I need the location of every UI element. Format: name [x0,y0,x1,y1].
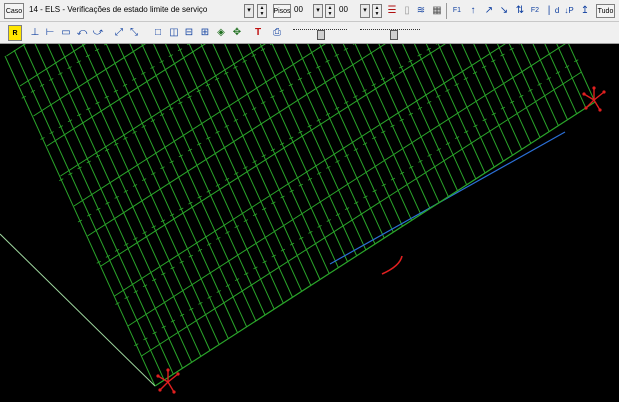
mesh-longitudinal-line [141,44,266,316]
window-frame-icon[interactable]: ▭ [58,25,74,41]
mesh-longitudinal-line [46,44,193,363]
scale-slider[interactable] [360,27,420,40]
elevation-view-icon[interactable]: ⊥ [27,25,43,41]
case-spinner[interactable]: ▲ ▼ [257,4,267,18]
floor-to-spinner[interactable]: ▲ ▼ [372,4,382,18]
moment-arc [381,255,403,275]
floor-to-field[interactable]: 00 [337,4,359,18]
reaction-icon[interactable]: ↥ [577,3,593,19]
force-diagonal-icon[interactable]: ↗ [481,3,497,19]
support-node [584,106,588,110]
mesh-longitudinal-line [117,44,248,328]
split-vertical-icon[interactable]: ◫ [166,25,182,41]
load-p-icon[interactable]: ↓ P [561,3,577,19]
slab-edge-beam [329,131,566,265]
mesh-transverse-line [60,44,266,177]
toolbar-top: Caso 14 - ELS - Verificações de estado l… [0,0,619,22]
zoom-slider[interactable] [293,27,347,40]
support-arm [159,381,169,391]
force-f2-icon[interactable]: F2 [527,3,543,19]
support-node [156,374,160,378]
support-node [602,90,606,94]
mesh-longitudinal-line [93,44,229,339]
mesh-longitudinal-line [532,44,568,120]
text-t-icon[interactable]: T [250,25,266,41]
single-window-icon[interactable]: □ [150,25,166,41]
floor-from-dropdown-arrow[interactable]: ▾ [313,4,323,18]
case-combobox[interactable]: 14 - ELS - Verificações de estado limite… [27,4,241,18]
tudo-button[interactable]: Tudo [596,4,615,18]
layers-icon[interactable]: ≋ [413,3,429,19]
support-node [176,372,180,376]
case-button[interactable]: Caso [4,3,24,19]
axes-icon[interactable]: ⤢ [111,25,127,41]
support-arm [593,91,605,101]
support-arm [167,381,175,393]
zoom-slider-thumb[interactable] [317,30,325,40]
support-node [166,368,170,372]
mesh-longitudinal-line [105,44,238,333]
force-arrow-up-icon[interactable]: ↑ [465,3,481,19]
support-node [592,86,596,90]
split-horizontal-icon[interactable]: ⊟ [181,25,197,41]
floor-from-spinner[interactable]: ▲ ▼ [325,4,335,18]
pisos-button[interactable]: Pisos [273,4,291,18]
rotate-right-icon[interactable]: ⤻ [90,25,106,41]
force-diagonal-alt-icon[interactable]: ↘ [496,3,512,19]
floor-from-field[interactable]: 00 [292,4,312,18]
case-value: 14 - ELS - Verificações de estado limite… [29,5,208,14]
mesh-longitudinal-line [164,44,284,304]
status-strip [0,402,619,410]
force-f1-icon[interactable]: F1 [449,3,465,19]
mesh-transverse-line [6,44,27,57]
case-dropdown-arrow[interactable]: ▾ [244,4,254,18]
mesh-longitudinal-line [283,44,376,245]
r-button[interactable]: R [8,25,22,41]
grillage-mesh [0,44,606,394]
support-node [158,388,162,392]
support-top-right [582,86,606,112]
support-arm [593,99,601,111]
axes-alt-icon[interactable]: ⤡ [126,25,142,41]
mesh-longitudinal-line [247,44,348,262]
move-crosshair-icon[interactable]: ✥ [229,25,245,41]
support-node [598,108,602,112]
side-elevation-icon[interactable]: ⊢ [42,25,58,41]
print-icon[interactable]: ⎙ [269,25,285,41]
force-bidirectional-icon[interactable]: ⇅ [512,3,528,19]
toolbar-bottom: R ⊥ ⊢ ▭ ⤺ ⤻ ⤢ ⤡ □ ◫ ⊟ ⊞ ◈ ✥ T ⎙ [0,22,619,44]
mesh-transverse-line [100,44,446,267]
mesh-transverse-line [87,44,386,237]
support-arm [167,373,179,383]
support-node [582,92,586,96]
floor-to-dropdown-arrow[interactable]: ▾ [360,4,370,18]
support-node [172,390,176,394]
mesh-longitudinal-line [461,44,513,156]
mesh-longitudinal-line [473,44,523,150]
mesh-longitudinal-line [520,44,559,126]
scale-slider-thumb[interactable] [390,30,398,40]
displacement-d-icon[interactable]: ▏ d [546,3,562,19]
mesh-longitudinal-line [307,44,394,233]
3d-cube-icon[interactable]: ◈ [213,25,229,41]
quad-window-icon[interactable]: ⊞ [197,25,213,41]
mesh-view-icon[interactable]: ▦ [429,3,445,19]
mesh-longitudinal-line [485,44,532,144]
stacked-floors-icon[interactable]: ☰ [384,3,400,19]
mesh-longitudinal-line [402,44,468,186]
mesh-longitudinal-line [34,44,183,369]
mesh-longitudinal-line [153,44,275,310]
structure-viewport[interactable] [0,44,619,402]
rotate-left-icon[interactable]: ⤺ [74,25,90,41]
